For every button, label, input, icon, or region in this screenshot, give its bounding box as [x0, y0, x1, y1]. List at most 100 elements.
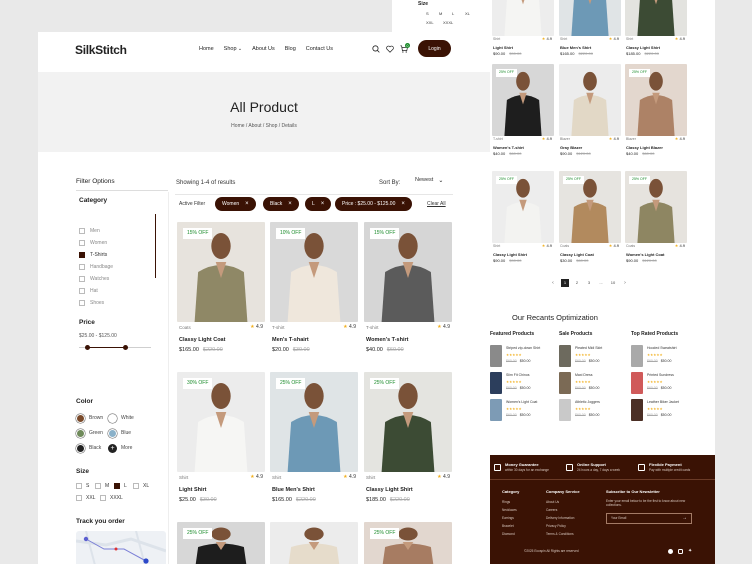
mini-product[interactable]: Athletic Joggers ★★★★★ $60.00 $50.00	[559, 399, 600, 421]
product-image[interactable]: 30% OFF	[177, 372, 265, 472]
color-option[interactable]: Green	[76, 429, 103, 438]
color-option[interactable]: Brown	[76, 414, 103, 423]
footer-link[interactable]: Bracelet	[502, 524, 514, 528]
product-image[interactable]: 10% OFF	[270, 222, 358, 322]
close-icon[interactable]: ×	[321, 201, 325, 207]
size-checkbox[interactable]	[76, 495, 82, 501]
nav-shop[interactable]: Shop ⌄	[224, 46, 242, 52]
filter-chip[interactable]: Black ×	[263, 197, 299, 211]
product-name[interactable]: Men's T-shairt	[272, 337, 309, 344]
category-checkbox[interactable]	[79, 240, 85, 246]
product-image[interactable]: 25% OFF	[177, 522, 265, 564]
price-slider-track[interactable]	[79, 345, 151, 350]
product-name[interactable]: Blue Men's Shirt	[272, 487, 315, 494]
size-option[interactable]: XXL	[76, 495, 95, 501]
page-number[interactable]: ...	[597, 279, 605, 287]
mini-product[interactable]: Hooded Sweatshirt ★★★★★ $60.00 $50.00	[631, 345, 677, 367]
size-option[interactable]: L	[114, 483, 127, 489]
product-image[interactable]: 25% OFF	[364, 522, 452, 564]
product-card[interactable]	[270, 522, 358, 564]
footer-link[interactable]: Necklaces	[502, 508, 517, 512]
category-checkbox[interactable]	[79, 252, 85, 258]
footer-link[interactable]: Privacy Policy	[546, 524, 566, 528]
size-checkbox[interactable]	[76, 483, 82, 489]
product-card[interactable]: 25% OFF	[364, 522, 452, 564]
size-option[interactable]: M	[439, 12, 442, 16]
category-option[interactable]: Men	[79, 228, 100, 234]
product-image[interactable]: 25% OFF	[559, 171, 621, 243]
product-image[interactable]: 25% OFF	[364, 372, 452, 472]
product-card[interactable]: 25% OFF Coats ★ 4.9 Women's Light Coat $90.0…	[625, 171, 687, 263]
category-option[interactable]: Watches	[79, 276, 109, 282]
color-option[interactable]: Blue	[108, 429, 131, 438]
product-card[interactable]: Shirt ★ 4.9 Light Shirt $90.00 $90.00	[492, 0, 554, 56]
category-checkbox[interactable]	[79, 228, 85, 234]
footer-link[interactable]: Rings	[502, 500, 510, 504]
search-icon[interactable]	[372, 45, 380, 53]
product-image[interactable]: 25% OFF	[492, 64, 554, 136]
category-checkbox[interactable]	[79, 264, 85, 270]
nav-home[interactable]: Home	[199, 46, 214, 52]
breadcrumb-about[interactable]: About /	[248, 123, 264, 129]
mini-product[interactable]: Striped zip-down Shirt ★★★★★ $60.00 $50.00	[490, 345, 540, 367]
product-name[interactable]: Women's Light Coat	[626, 253, 664, 257]
color-option[interactable]: Black	[76, 444, 101, 453]
page-number[interactable]: 10	[609, 279, 617, 287]
logo[interactable]: SilkStitch	[75, 44, 127, 56]
size-option[interactable]: L	[452, 12, 454, 16]
sort-dropdown[interactable]: Newest ⌄	[415, 178, 443, 184]
product-card[interactable]: 25% OFF Blazer ★ 4.9 Classy Light Blazer $40…	[625, 64, 687, 156]
category-scrollbar[interactable]	[155, 214, 156, 278]
price-min-handle[interactable]	[85, 345, 91, 350]
mini-product[interactable]: Leather Biker Jacket ★★★★★ $60.00 $50.00	[631, 399, 679, 421]
color-option[interactable]: White	[108, 414, 134, 423]
product-card[interactable]: Blazer ★ 4.9 Gray Blazer $90.00 $120.00	[559, 64, 621, 156]
product-card[interactable]: 25% OFF T-shirt ★ 4.9 Women's T-shirt $40.00…	[492, 64, 554, 156]
product-card[interactable]: Shirt ★ 4.9 Blue Men's Shirt $165.00 $220.00	[559, 0, 621, 56]
size-option[interactable]: S	[426, 12, 429, 16]
mini-product[interactable]: Pleated Midi Skirt ★★★★★ $60.00 $50.00	[559, 345, 602, 367]
category-option[interactable]: Women	[79, 240, 107, 246]
product-name[interactable]: Classy Light Coat	[560, 253, 594, 257]
category-checkbox[interactable]	[79, 288, 85, 294]
product-card[interactable]: 15% OFF T-shirt ★ 4.9 Women's T-shirt $40.00…	[364, 222, 452, 353]
product-name[interactable]: Light Shirt	[179, 487, 207, 494]
footer-link[interactable]: About Us	[546, 500, 559, 504]
price-max-handle[interactable]	[123, 345, 129, 350]
size-option[interactable]: XL	[465, 12, 470, 16]
size-option[interactable]: M	[95, 483, 109, 489]
product-name[interactable]: Gray Blazer	[560, 146, 582, 150]
pagination-prev[interactable]: ‹	[549, 280, 557, 286]
category-option[interactable]: T-Shirts	[79, 252, 107, 258]
product-image[interactable]	[559, 0, 621, 36]
category-option[interactable]: Hat	[79, 288, 98, 294]
breadcrumb-home[interactable]: Home /	[231, 123, 247, 129]
footer-link[interactable]: Delivery Information	[546, 516, 574, 520]
product-card[interactable]: Shirt ★ 4.9 Classy Light Shirt $185.00 $220.…	[625, 0, 687, 56]
page-number[interactable]: 3	[585, 279, 593, 287]
arrow-right-icon[interactable]: →	[682, 516, 687, 521]
mini-product[interactable]: Women's Light Coat ★★★★★ $60.00 $50.00	[490, 399, 537, 421]
nav-about[interactable]: About Us	[252, 46, 275, 52]
product-image[interactable]	[625, 0, 687, 36]
category-option[interactable]: Handbage	[79, 264, 113, 270]
product-card[interactable]: 15% OFF Coats ★ 4.9 Classy Light Coat $165.0…	[177, 222, 265, 353]
nav-blog[interactable]: Blog	[285, 46, 296, 52]
category-option[interactable]: Shoes	[79, 300, 104, 306]
product-image[interactable]: 25% OFF	[625, 64, 687, 136]
filter-chip[interactable]: Women ×	[215, 197, 256, 211]
close-icon[interactable]: ×	[245, 201, 249, 207]
product-card[interactable]: 25% OFF Shirt ★ 4.9 Classy Light Shirt $185.…	[364, 372, 452, 503]
size-option[interactable]: S	[76, 483, 89, 489]
track-order-map[interactable]	[76, 531, 166, 564]
size-option[interactable]: XXXL	[443, 21, 453, 25]
footer-link[interactable]: Terms & Conditions	[546, 532, 574, 536]
mini-product[interactable]: Printed Sundress ★★★★★ $60.00 $50.00	[631, 372, 674, 394]
product-name[interactable]: Classy Light Shirt	[366, 487, 413, 494]
footer-link[interactable]: Earrings	[502, 516, 514, 520]
page-number[interactable]: 2	[573, 279, 581, 287]
product-name[interactable]: Classy Light Shirt	[493, 253, 527, 257]
product-name[interactable]: Light Shirt	[493, 46, 513, 50]
product-image[interactable]: 15% OFF	[177, 222, 265, 322]
page-number[interactable]: 1	[561, 279, 569, 287]
